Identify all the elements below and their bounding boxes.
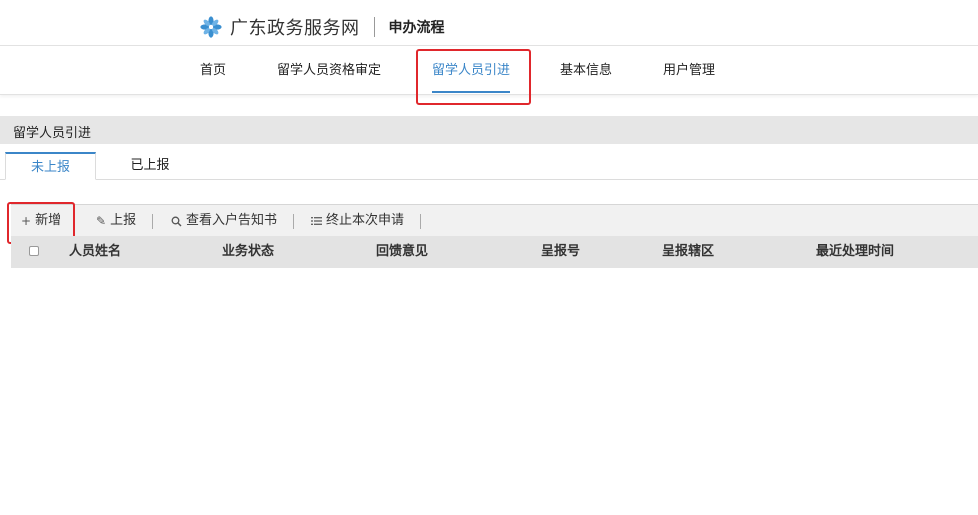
toolbar-divider xyxy=(293,214,294,229)
terminate-application-button-label: 终止本次申请 xyxy=(326,213,405,228)
terminate-application-button[interactable]: 终止本次申请 xyxy=(311,205,404,237)
report-button-label: 上报 xyxy=(110,213,137,228)
toolbar-divider xyxy=(152,214,153,229)
tab-unreported[interactable]: 未上报 xyxy=(5,152,96,180)
tab-reported[interactable]: 已上报 xyxy=(112,152,188,180)
column-header-status[interactable]: 业务状态 xyxy=(222,236,274,268)
plus-icon: + xyxy=(21,214,32,228)
add-button-label: 新增 xyxy=(35,213,62,228)
view-notice-button-label: 查看入户告知书 xyxy=(186,213,278,228)
site-header: 广东政务服务网 申办流程 xyxy=(0,0,978,46)
nav-talent-introduction[interactable]: 留学人员引进 xyxy=(432,47,511,95)
view-notice-button[interactable]: 查看入户告知书 xyxy=(171,205,277,237)
column-header-report-number[interactable]: 呈报号 xyxy=(541,236,580,268)
search-icon xyxy=(171,216,182,226)
header-divider xyxy=(373,17,375,37)
action-toolbar: + 新增 ✎ 上报 查看入户告知书 终止本次申请 xyxy=(11,204,978,236)
column-header-report-district[interactable]: 呈报辖区 xyxy=(662,236,714,268)
logo-group[interactable]: 广东政务服务网 申办流程 xyxy=(200,14,445,40)
page-subtitle: 申办流程 xyxy=(388,20,445,36)
nav-home[interactable]: 首页 xyxy=(200,47,226,95)
status-tabs: 未上报 已上报 xyxy=(0,152,978,180)
brand-name: 广东政务服务网 xyxy=(230,18,360,39)
section-title: 留学人员引进 xyxy=(13,126,92,141)
nav-basic-info[interactable]: 基本信息 xyxy=(560,47,612,95)
select-all-checkbox[interactable] xyxy=(29,246,39,256)
pen-icon: ✎ xyxy=(96,214,107,228)
gov-logo-icon xyxy=(200,16,222,38)
column-header-last-processed-time[interactable]: 最近处理时间 xyxy=(816,236,894,268)
add-button[interactable]: + 新增 xyxy=(21,205,61,237)
toolbar-divider xyxy=(420,214,421,229)
column-header-feedback[interactable]: 回馈意见 xyxy=(376,236,428,268)
column-header-name[interactable]: 人员姓名 xyxy=(69,236,121,268)
nav-user-management[interactable]: 用户管理 xyxy=(663,47,715,95)
main-nav: 首页 留学人员资格审定 留学人员引进 基本信息 用户管理 xyxy=(0,47,978,95)
report-button[interactable]: ✎ 上报 xyxy=(96,205,136,237)
list-icon xyxy=(311,217,322,225)
nav-qualification-review[interactable]: 留学人员资格审定 xyxy=(277,47,381,95)
section-header: 留学人员引进 xyxy=(0,116,978,144)
table-header: 人员姓名 业务状态 回馈意见 呈报号 呈报辖区 最近处理时间 xyxy=(11,236,978,268)
